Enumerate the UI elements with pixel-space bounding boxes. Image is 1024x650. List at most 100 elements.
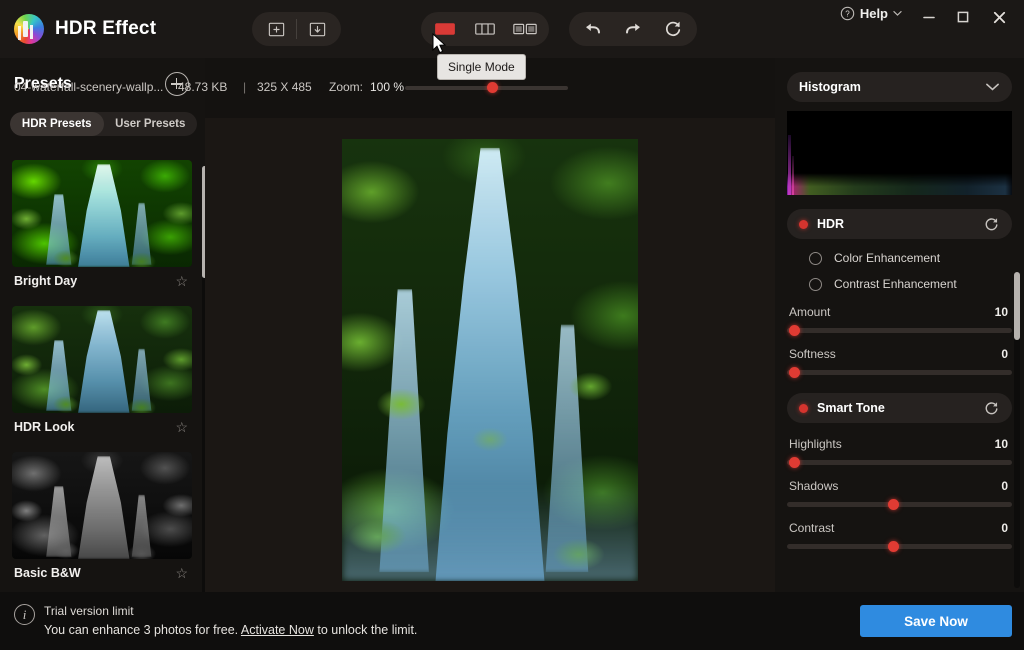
histogram-graph <box>787 111 1012 195</box>
zoom-label: Zoom: <box>329 80 364 94</box>
save-image-button[interactable] <box>297 15 337 43</box>
tab-hdr-presets[interactable]: HDR Presets <box>10 112 104 136</box>
slider-label: Shadows <box>789 479 839 493</box>
preset-name: Basic B&W <box>14 566 81 580</box>
maximize-icon <box>957 11 969 23</box>
preset-name: Bright Day <box>14 274 78 288</box>
radio-button-icon[interactable] <box>809 277 822 291</box>
save-image-icon <box>309 22 325 36</box>
slider-track[interactable] <box>787 457 1012 468</box>
image-file-size: 48.73 KB <box>178 80 228 94</box>
info-circle-icon: i <box>14 604 35 625</box>
trial-title: Trial version limit <box>44 604 134 618</box>
slider-label: Softness <box>789 347 836 361</box>
slider-track[interactable] <box>787 325 1012 336</box>
close-button[interactable] <box>982 4 1016 30</box>
toggle-led-icon[interactable] <box>799 403 808 413</box>
redo-arrow-icon <box>626 23 640 34</box>
radio-contrast-enhancement[interactable]: Contrast Enhancement <box>809 277 1024 291</box>
preset-thumbnail <box>12 306 192 413</box>
preset-item-basic-bw[interactable]: Basic B&W ☆ <box>12 452 192 588</box>
radio-button-icon[interactable] <box>809 251 822 265</box>
hdr-title: HDR <box>817 217 845 231</box>
slider-header: Highlights 10 <box>787 437 1012 451</box>
help-menu[interactable]: ? Help <box>840 6 902 21</box>
split-mode-button[interactable] <box>465 15 505 43</box>
slider-value: 0 <box>1001 479 1008 493</box>
tab-user-presets[interactable]: User Presets <box>104 112 198 136</box>
preset-item-bright-day[interactable]: Bright Day ☆ <box>12 160 192 296</box>
slider-shadows: Shadows 0 <box>787 479 1012 510</box>
open-image-button[interactable] <box>256 15 296 43</box>
history-toolbar-group <box>569 12 697 46</box>
zoom-value: 100 % <box>370 80 405 94</box>
preset-label-row: HDR Look ☆ <box>12 413 191 442</box>
zoom-slider-knob[interactable] <box>487 82 498 93</box>
presets-panel: Presets HDR Presets User Presets Bright … <box>0 58 207 596</box>
side-by-side-mode-button[interactable] <box>505 15 545 43</box>
add-image-icon <box>268 22 284 36</box>
radio-label: Color Enhancement <box>834 251 941 265</box>
minimize-icon <box>923 16 935 19</box>
minimize-button[interactable] <box>912 4 946 30</box>
slider-header: Contrast 0 <box>787 521 1012 535</box>
slider-contrast: Contrast 0 <box>787 521 1012 552</box>
slider-knob[interactable] <box>789 367 800 378</box>
slider-knob[interactable] <box>888 541 899 552</box>
app-title: HDR Effect <box>55 18 157 39</box>
svg-text:?: ? <box>845 10 850 19</box>
presets-tab-bar: HDR Presets User Presets <box>10 112 197 136</box>
slider-value: 0 <box>1001 521 1008 535</box>
save-now-button[interactable]: Save Now <box>860 605 1012 637</box>
redo-button[interactable] <box>613 15 653 43</box>
slider-track[interactable] <box>787 367 1012 378</box>
adjustments-scrollbar[interactable] <box>1014 272 1020 588</box>
histogram-section-header[interactable]: Histogram <box>787 72 1012 102</box>
star-outline-icon[interactable]: ☆ <box>175 274 188 288</box>
undo-button[interactable] <box>573 15 613 43</box>
single-mode-tooltip: Single Mode <box>437 54 526 80</box>
chevron-down-icon[interactable] <box>985 82 1000 92</box>
preset-label-row: Basic B&W ☆ <box>12 559 191 588</box>
slider-value: 0 <box>1001 347 1008 361</box>
image-canvas[interactable] <box>205 118 775 592</box>
slider-knob[interactable] <box>789 325 800 336</box>
slider-knob[interactable] <box>789 457 800 468</box>
star-outline-icon[interactable]: ☆ <box>175 420 188 434</box>
slider-track[interactable] <box>787 541 1012 552</box>
adjustments-scrollbar-thumb[interactable] <box>1014 272 1020 340</box>
trial-description: You can enhance 3 photos for free. Activ… <box>44 623 417 637</box>
slider-header: Softness 0 <box>787 347 1012 361</box>
presets-list[interactable]: Bright Day ☆ HDR Look ☆ Basic B&W ☆ <box>0 150 205 592</box>
bottom-bar: i Save Now <box>0 592 1024 650</box>
slider-header: Shadows 0 <box>787 479 1012 493</box>
help-label: Help <box>859 6 888 21</box>
app-brand: HDR Effect <box>0 14 156 44</box>
hdr-section-header[interactable]: HDR <box>787 209 1012 239</box>
waterfall-photo <box>342 139 638 581</box>
trial-text-after: to unlock the limit. <box>313 623 418 637</box>
star-outline-icon[interactable]: ☆ <box>175 566 188 580</box>
slider-knob[interactable] <box>888 499 899 510</box>
zoom-slider[interactable] <box>405 82 568 93</box>
radio-color-enhancement[interactable]: Color Enhancement <box>809 251 1024 265</box>
close-icon <box>993 11 1005 23</box>
reset-circle-icon[interactable] <box>983 216 1000 233</box>
split-view-icon <box>475 23 495 35</box>
preset-item-hdr-look[interactable]: HDR Look ☆ <box>12 306 192 442</box>
reset-button[interactable] <box>653 15 693 43</box>
undo-arrow-icon <box>586 23 600 34</box>
image-dimensions: 325 X 485 <box>257 80 312 94</box>
smart-tone-title: Smart Tone <box>817 401 885 415</box>
activate-now-link[interactable]: Activate Now <box>241 623 314 637</box>
toggle-led-icon[interactable] <box>799 219 808 229</box>
slider-header: Amount 10 <box>787 305 1012 319</box>
trial-text-before: You can enhance 3 photos for free. <box>44 623 241 637</box>
smart-tone-section-header[interactable]: Smart Tone <box>787 393 1012 423</box>
slider-track[interactable] <box>787 499 1012 510</box>
reset-circle-icon[interactable] <box>983 400 1000 417</box>
preset-label-row: Bright Day ☆ <box>12 267 191 296</box>
file-toolbar-group <box>252 12 341 46</box>
maximize-button[interactable] <box>946 4 980 30</box>
info-separator: | <box>243 80 247 94</box>
